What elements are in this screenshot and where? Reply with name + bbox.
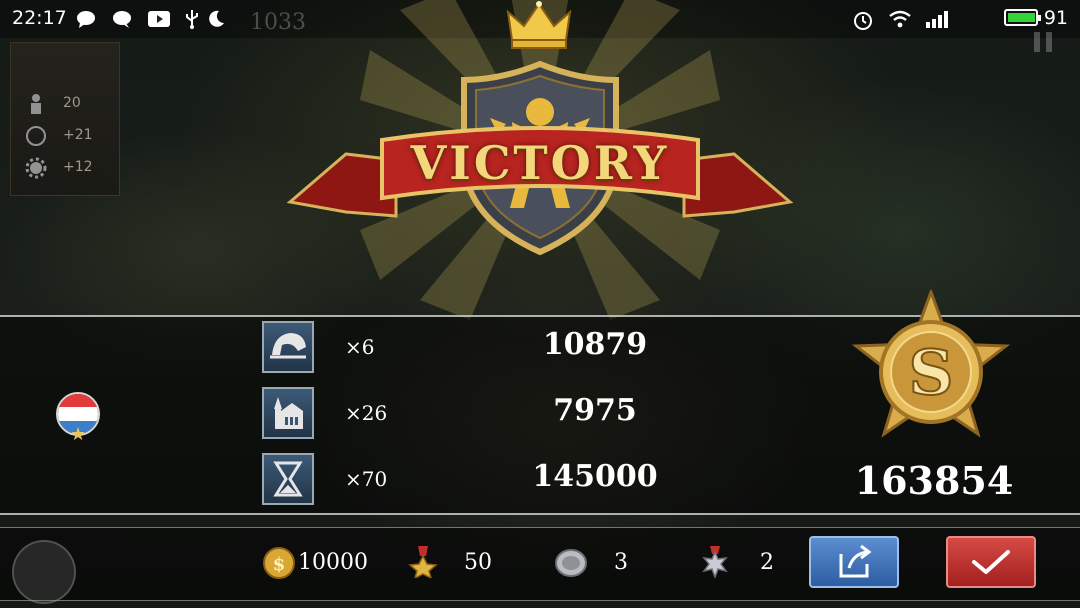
result-value: 10879 [542,327,648,362]
side-stat-industry: +12 [25,157,93,183]
gear-icon [25,157,47,179]
result-count: ×26 [345,401,388,425]
chat-icon [113,11,131,28]
status-time: 22:17 [12,7,67,29]
flag-star-icon: ★ [70,424,87,445]
side-stats-panel: 20 +21 +12 [10,42,120,196]
reward-silver-value: 3 [614,550,628,575]
gold-coin-icon: $ [263,547,295,579]
youtube-icon [148,11,170,27]
reward-medal-value: 50 [464,550,492,575]
turn-number: 1033 [250,10,306,35]
star-badge-icon [702,546,728,578]
wifi-icon [889,10,911,28]
rank-medal-icon: S [851,290,1011,438]
moon-icon [209,10,224,27]
rank-grade: S [909,336,954,409]
confirm-button[interactable] [946,536,1036,588]
signal-icon [926,11,948,28]
svg-text:$: $ [273,554,286,575]
helmet-icon [262,321,314,373]
pyramid-icon [12,540,76,604]
hourglass-icon [262,453,314,505]
result-value: 145000 [532,459,658,494]
total-score: 163854 [854,458,1014,503]
coin-icon [26,126,46,146]
usb-icon [186,10,198,29]
result-count: ×70 [345,467,388,491]
medal-icon [408,546,438,578]
share-icon [839,544,872,578]
battery-icon [1004,9,1041,26]
alarm-icon [854,12,872,30]
battery-level: 91 [1043,7,1068,29]
silver-coin-icon [555,549,587,577]
soldier-icon [31,94,41,114]
message-icon [77,11,95,28]
result-value: 7975 [553,393,637,428]
reward-badge-value: 2 [760,550,774,575]
rewards-bar [0,527,1080,601]
side-stat-soldiers: 20 [25,93,81,119]
share-button[interactable] [809,536,899,588]
reward-gold-value: 10000 [298,550,368,575]
crown-icon [506,1,572,49]
result-count: ×6 [345,335,375,359]
checkmark-icon [972,550,1010,574]
city-building-icon [262,387,314,439]
side-stat-income: +21 [25,125,93,151]
pause-icon [1034,32,1052,52]
victory-title: VICTORY [410,136,670,190]
